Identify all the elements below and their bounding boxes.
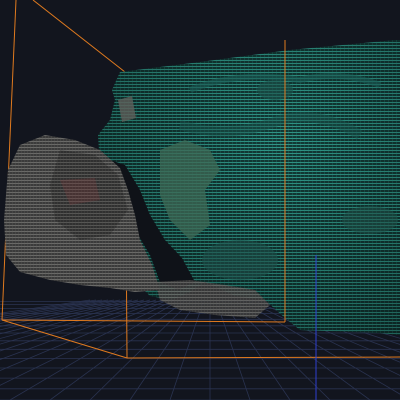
point-cloud-scene[interactable] (0, 0, 400, 400)
terrain-bump (257, 80, 293, 100)
3d-point-cloud-viewport[interactable] (0, 0, 400, 400)
terrain-boulder-1 (202, 240, 278, 280)
terrain-boulder-2 (342, 206, 398, 234)
